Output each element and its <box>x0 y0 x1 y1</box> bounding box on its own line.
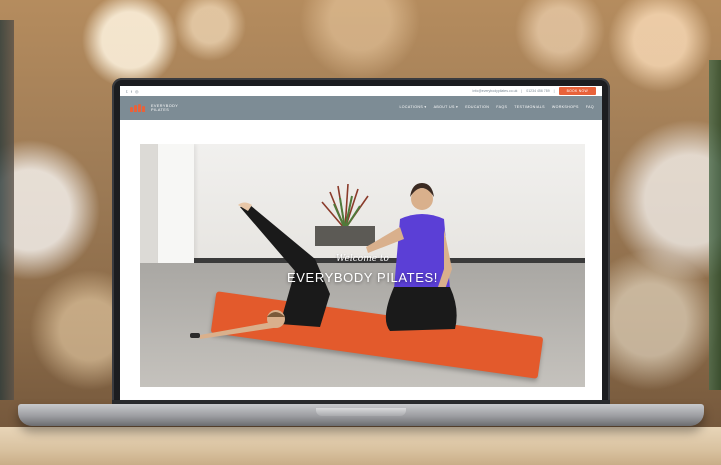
nav-item-workshops[interactable]: WORKSHOPS <box>552 105 579 109</box>
twitter-icon[interactable]: 𝕥 <box>126 89 128 94</box>
separator: | <box>553 89 555 93</box>
separator: | <box>521 89 523 93</box>
instagram-icon[interactable]: ◎ <box>135 89 139 94</box>
phone-link[interactable]: 01234 456 789 <box>526 89 549 93</box>
website-navbar: EVERYBODY PILATES LOCATIONS ▾ ABOUT US ▾… <box>120 96 602 120</box>
laptop-lid: 𝕥 f ◎ info@everybodypilates.co.uk | 0123… <box>112 78 610 408</box>
facebook-icon[interactable]: f <box>131 89 132 94</box>
hero-welcome-text: Welcome to <box>336 254 389 264</box>
desk-surface <box>0 427 721 465</box>
nav-item-faq[interactable]: FAQ <box>586 105 594 109</box>
background-edge-right <box>709 60 721 390</box>
social-links: 𝕥 f ◎ <box>126 89 139 94</box>
logo-line2: PILATES <box>151 108 170 112</box>
hero-image: Welcome to EVERYBODY PILATES! <box>140 144 585 387</box>
background-edge-left <box>0 20 14 400</box>
nav-item-about[interactable]: ABOUT US ▾ <box>434 105 459 109</box>
main-menu: LOCATIONS ▾ ABOUT US ▾ EDUCATION FAQS TE… <box>399 105 594 109</box>
nav-item-locations[interactable]: LOCATIONS ▾ <box>399 105 426 109</box>
site-logo[interactable]: EVERYBODY PILATES <box>130 104 178 113</box>
hero-title: EVERYBODY PILATES! <box>287 270 438 285</box>
logo-text: EVERYBODY PILATES <box>151 104 178 113</box>
email-link[interactable]: info@everybodypilates.co.uk <box>473 89 518 93</box>
logo-figures-icon <box>130 104 148 112</box>
laptop-opening-notch <box>316 408 406 416</box>
studio-door <box>140 144 158 272</box>
contact-info: info@everybodypilates.co.uk | 01234 456 … <box>473 87 596 95</box>
nav-item-faqs[interactable]: FAQS <box>496 105 507 109</box>
nav-item-testimonials[interactable]: TESTIMONIALS <box>514 105 545 109</box>
book-now-button[interactable]: BOOK NOW <box>558 87 596 95</box>
nav-item-education[interactable]: EDUCATION <box>465 105 489 109</box>
website-topbar: 𝕥 f ◎ info@everybodypilates.co.uk | 0123… <box>120 86 602 96</box>
laptop-screen: 𝕥 f ◎ info@everybodypilates.co.uk | 0123… <box>120 86 602 400</box>
